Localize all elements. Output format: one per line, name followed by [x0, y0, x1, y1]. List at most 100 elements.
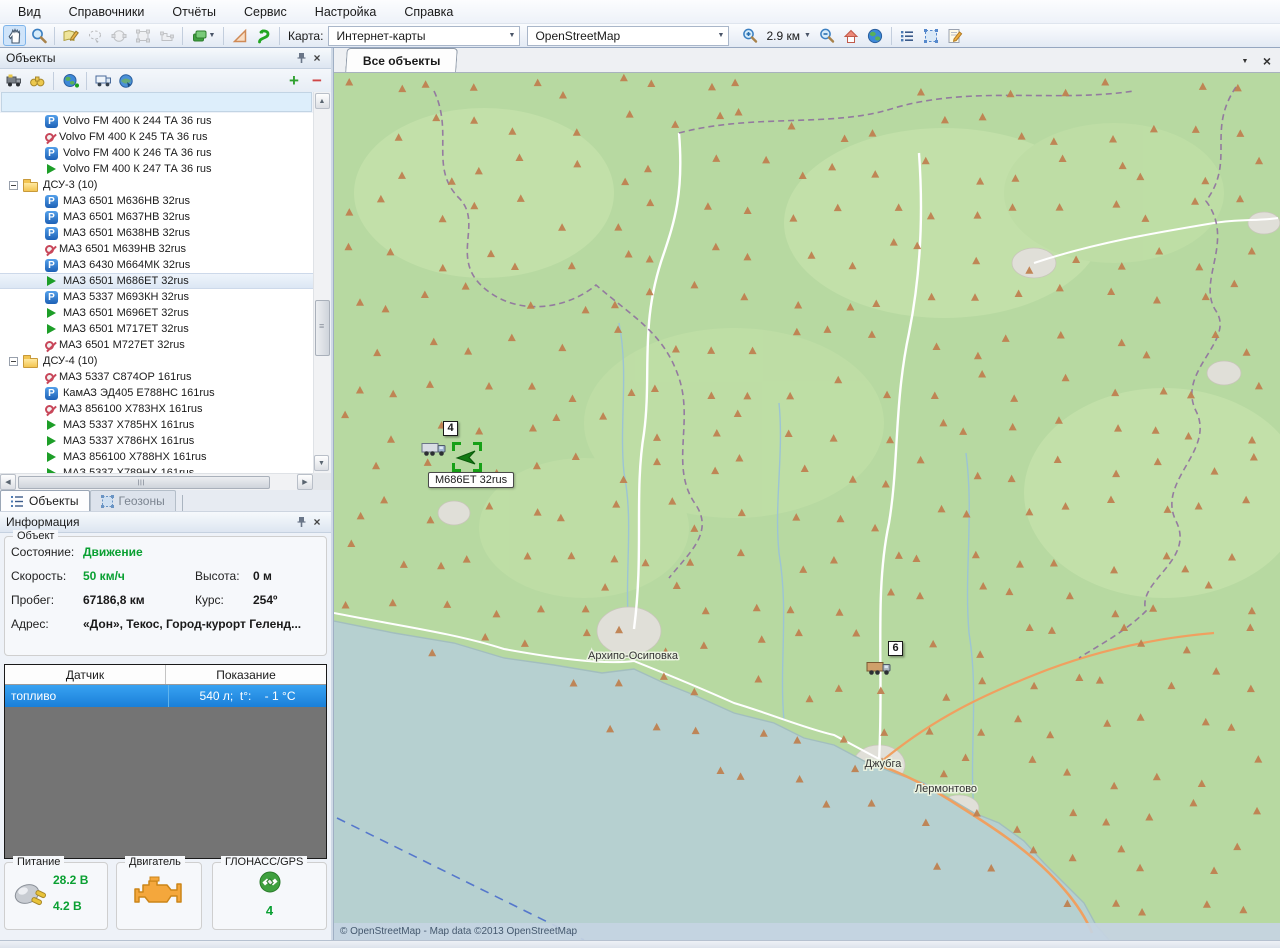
tree-item[interactable]: PМАЗ 6501 М637НВ 32rus: [0, 209, 313, 225]
toolbar-separator: [53, 72, 54, 90]
sensors-header-row: Датчик Показание: [5, 665, 326, 685]
pin-icon[interactable]: [293, 515, 309, 530]
home-button[interactable]: [840, 25, 863, 46]
select-area-button[interactable]: [920, 25, 943, 46]
scroll-up-arrow[interactable]: ▲: [315, 93, 330, 109]
tree-item[interactable]: Volvo FM 400 К 245 ТА 36 rus: [0, 129, 313, 145]
menu-item-отчёты[interactable]: Отчёты: [158, 3, 230, 21]
scroll-thumb[interactable]: [315, 300, 330, 356]
vehicle-marker[interactable]: [866, 659, 892, 681]
edit-map-button[interactable]: [59, 25, 82, 46]
tree-item[interactable]: МАЗ 6501 М639НВ 32rus: [0, 241, 313, 257]
zoom-tool-button[interactable]: [27, 25, 50, 46]
tree-item[interactable]: МАЗ 856100 Х788НХ 161rus: [0, 449, 313, 465]
tree-item-label: МАЗ 856100 Х783НХ 161rus: [59, 401, 203, 417]
selected-vehicle-marker[interactable]: [452, 442, 482, 472]
tree-item[interactable]: МАЗ 6501 М717ЕТ 32rus: [0, 321, 313, 337]
menu-item-справочники[interactable]: Справочники: [55, 3, 159, 21]
zoom-out-button[interactable]: [816, 25, 839, 46]
tree-item[interactable]: PКамАЗ ЭД405 Е788НС 161rus: [0, 385, 313, 401]
no-signal-status-icon: [45, 405, 54, 414]
course-label: Курс:: [195, 593, 253, 607]
tree-group[interactable]: ДСУ-4 (10): [0, 353, 313, 369]
main-toolbar: ▼ Карта: Интернет-карты ▼ OpenStreetMap …: [0, 24, 1280, 48]
add-object-button[interactable]: +: [284, 71, 304, 90]
tree-item[interactable]: МАЗ 6501 М727ЕТ 32rus: [0, 337, 313, 353]
toolbar-separator: [182, 27, 183, 45]
track-button[interactable]: [252, 25, 275, 46]
scroll-right-arrow[interactable]: ▶: [297, 474, 313, 490]
tab-geozones[interactable]: Геозоны: [90, 490, 176, 511]
tree-item[interactable]: Volvo FM 400 К 247 ТА 36 rus: [0, 161, 313, 177]
zoom-in-button[interactable]: [738, 25, 761, 46]
measure-button[interactable]: [228, 25, 251, 46]
scroll-thumb[interactable]: [18, 476, 270, 489]
map-tab-all-objects[interactable]: Все объекты: [345, 48, 458, 72]
map-scale-control[interactable]: 2.9 км ▼: [762, 29, 814, 43]
menu-item-сервис[interactable]: Сервис: [230, 3, 301, 21]
menu-item-справка[interactable]: Справка: [390, 3, 467, 21]
binoculars-icon[interactable]: [27, 71, 47, 90]
toolbar-separator: [891, 27, 892, 45]
tree-item[interactable]: МАЗ 6501 М696ЕТ 32rus: [0, 305, 313, 321]
mileage-label: Пробег:: [11, 593, 83, 607]
select-object-tool-button[interactable]: [83, 25, 106, 46]
remove-object-button[interactable]: −: [307, 71, 327, 90]
polygon-tool-button[interactable]: [155, 25, 178, 46]
expand-toggle[interactable]: [9, 357, 18, 366]
marker-count-badge[interactable]: 4: [443, 421, 458, 436]
tree-item[interactable]: МАЗ 5337 С874ОР 161rus: [0, 369, 313, 385]
globe-button[interactable]: [864, 25, 887, 46]
show-all-on-map-button[interactable]: [60, 71, 80, 90]
tree-item[interactable]: PМАЗ 5337 М693КН 32rus: [0, 289, 313, 305]
rect-tool-button[interactable]: [131, 25, 154, 46]
tab-objects[interactable]: Объекты: [0, 490, 90, 511]
map-provider-combo[interactable]: Интернет-карты ▼: [328, 26, 520, 46]
tree-horizontal-scrollbar[interactable]: ◀ ▶: [0, 473, 313, 490]
scroll-down-arrow[interactable]: ▼: [314, 455, 329, 471]
vehicle-marker[interactable]: [421, 440, 447, 462]
map-tab-close-icon[interactable]: ×: [1258, 52, 1276, 70]
tree-group[interactable]: ДСУ-3 (10): [0, 177, 313, 193]
menu-item-настройка[interactable]: Настройка: [301, 3, 391, 21]
list-icon: [898, 27, 916, 45]
vehicle-card-button[interactable]: [93, 71, 113, 90]
expand-toggle[interactable]: [9, 181, 18, 190]
track-on-map-button[interactable]: [116, 71, 136, 90]
find-vehicle-button[interactable]: [4, 71, 24, 90]
tree-item[interactable]: МАЗ 5337 Х786НХ 161rus: [0, 433, 313, 449]
marker-count-badge[interactable]: 6: [888, 641, 903, 656]
objects-filter-input[interactable]: [1, 92, 312, 112]
rect-shape-icon: [134, 27, 152, 45]
sensor-row[interactable]: топливо 540 л; t°: - 1 °С: [5, 685, 326, 707]
map-layer-combo[interactable]: OpenStreetMap ▼: [527, 26, 729, 46]
address-label: Адрес:: [11, 617, 83, 631]
layers-button[interactable]: ▼: [187, 25, 219, 46]
close-icon[interactable]: ×: [309, 51, 325, 66]
pan-tool-button[interactable]: [3, 25, 26, 46]
tree-item[interactable]: PVolvo FM 400 К 244 ТА 36 rus: [0, 113, 313, 129]
circle-tool-button[interactable]: [107, 25, 130, 46]
tree-item[interactable]: PVolvo FM 400 К 246 ТА 36 rus: [0, 145, 313, 161]
tree-vertical-scrollbar[interactable]: ▲ ▼: [313, 92, 330, 473]
pin-icon[interactable]: [293, 51, 309, 66]
tab-list-dropdown[interactable]: ▼: [1236, 52, 1254, 70]
altitude-value: 0 м: [253, 569, 272, 583]
tree-item[interactable]: МАЗ 5337 Х785НХ 161rus: [0, 417, 313, 433]
tree-item[interactable]: МАЗ 6501 М686ЕТ 32rus: [0, 273, 313, 289]
tree-item-label: Volvo FM 400 К 245 ТА 36 rus: [59, 129, 208, 145]
close-icon[interactable]: ×: [309, 515, 325, 530]
tree-item[interactable]: PМАЗ 6430 М664МК 32rus: [0, 257, 313, 273]
tree-item[interactable]: МАЗ 856100 Х783НХ 161rus: [0, 401, 313, 417]
scroll-left-arrow[interactable]: ◀: [0, 474, 16, 490]
tree-item[interactable]: PМАЗ 6501 М636НВ 32rus: [0, 193, 313, 209]
menu-item-вид[interactable]: Вид: [4, 3, 55, 21]
moving-status-icon: [47, 420, 56, 430]
edit-notes-button[interactable]: [944, 25, 967, 46]
tree-item[interactable]: МАЗ 5337 Х789НХ 161rus: [0, 465, 313, 473]
legend-button[interactable]: [896, 25, 919, 46]
map-canvas[interactable]: Архипо-ОсиповкаДжубгаЛермонтово 4 М686ЕТ…: [334, 73, 1280, 940]
tree-item-label: МАЗ 5337 С874ОР 161rus: [59, 369, 191, 385]
tree-item[interactable]: PМАЗ 6501 М638НВ 32rus: [0, 225, 313, 241]
voltage-main: 28.2 В: [53, 873, 88, 887]
